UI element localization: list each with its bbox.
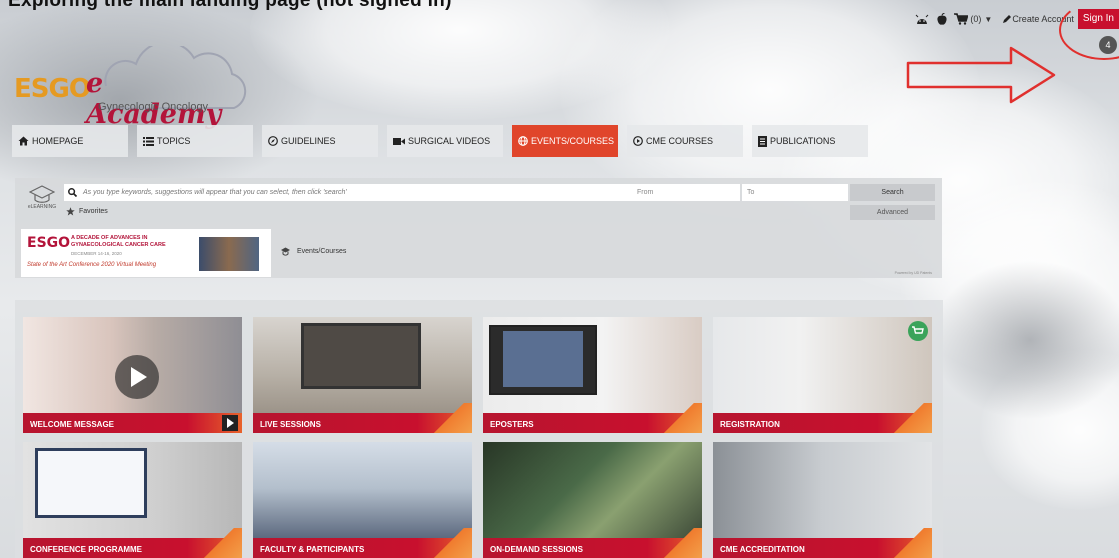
nav-cme-courses[interactable]: CME COURSES <box>627 125 743 157</box>
tile-label: CONFERENCE PROGRAMME <box>30 545 143 554</box>
tile-conference-programme[interactable]: CONFERENCE PROGRAMME <box>23 442 242 558</box>
tile-corner <box>892 528 932 558</box>
graduation-cap-icon <box>29 185 55 203</box>
event-tiles-panel: WELCOME MESSAGE LIVE SESSIONS EPOSTERS R… <box>15 300 943 558</box>
tile-corner <box>432 403 472 433</box>
tile-image <box>35 448 147 518</box>
favorites-link[interactable]: Favorites <box>66 207 108 216</box>
nav-topics[interactable]: TOPICS <box>137 125 253 157</box>
banner-esgo: ESGO <box>27 235 71 251</box>
tile-faculty-participants[interactable]: FACULTY & PARTICIPANTS <box>253 442 472 558</box>
main-nav: HOMEPAGE TOPICS GUIDELINES SURGICAL VIDE… <box>12 125 868 157</box>
logo-subtitle: Gynecologic Oncology <box>98 101 209 113</box>
nav-label: CME COURSES <box>646 136 714 146</box>
compass-icon <box>268 136 278 146</box>
search-placeholder: As you type keywords, suggestions will a… <box>83 189 347 196</box>
tile-corner <box>432 528 472 558</box>
tile-label: CME ACCREDITATION <box>720 545 805 554</box>
search-icon <box>68 188 77 197</box>
nav-label: PUBLICATIONS <box>770 136 836 146</box>
nav-label: SURGICAL VIDEOS <box>408 136 491 146</box>
tile-label: FACULTY & PARTICIPANTS <box>260 545 365 554</box>
tile-welcome-message[interactable]: WELCOME MESSAGE <box>23 317 242 433</box>
breadcrumb-label: Events/Courses <box>297 248 347 255</box>
tile-label: REGISTRATION <box>720 420 780 429</box>
banner-dates: DECEMBER 14-16, 2020 <box>71 251 122 256</box>
banner-title: A DECADE OF ADVANCES IN GYNAECOLOGICAL C… <box>71 235 166 248</box>
home-icon <box>18 136 29 146</box>
cart-count: (0) <box>970 14 982 24</box>
video-play-icon <box>222 415 238 431</box>
tile-image <box>301 323 421 389</box>
cart-icon <box>908 321 928 341</box>
star-icon <box>66 207 75 216</box>
nav-events-courses[interactable]: EVENTS/COURSES <box>512 125 618 157</box>
search-panel: eLEARNING As you type keywords, suggesti… <box>15 178 942 278</box>
nav-guidelines[interactable]: GUIDELINES <box>262 125 378 157</box>
cart-icon <box>954 13 969 25</box>
nav-surgical-videos[interactable]: SURGICAL VIDEOS <box>387 125 503 157</box>
tile-corner <box>662 403 702 433</box>
cart-button[interactable]: (0) ▼ <box>954 13 996 25</box>
chevron-down-icon[interactable]: ▼ <box>984 15 992 24</box>
play-circle-icon <box>633 136 643 146</box>
banner-photo <box>199 237 259 271</box>
tile-image <box>503 331 583 387</box>
globe-icon <box>518 136 528 146</box>
tile-corner <box>662 528 702 558</box>
tile-label: LIVE SESSIONS <box>260 420 321 429</box>
step-badge: 4 <box>1099 36 1117 54</box>
elearning-logo: eLEARNING <box>20 184 64 220</box>
powered-by: Powered by UD Patents <box>894 271 932 275</box>
play-icon <box>115 355 159 399</box>
tile-label: ON-DEMAND SESSIONS <box>490 545 583 554</box>
date-from-input[interactable]: From <box>632 184 740 201</box>
video-caption: Exploring the main landing page (not sig… <box>8 0 452 11</box>
date-to-input[interactable]: To <box>742 184 848 201</box>
nav-homepage[interactable]: HOMEPAGE <box>12 125 128 157</box>
tile-label: EPOSTERS <box>490 420 534 429</box>
android-icon[interactable] <box>914 12 930 26</box>
logo-eacademy: e Academy <box>86 68 222 130</box>
event-banner[interactable]: ESGO A DECADE OF ADVANCES IN GYNAECOLOGI… <box>21 229 271 277</box>
advanced-search-button[interactable]: Advanced <box>850 205 935 220</box>
tile-eposters[interactable]: EPOSTERS <box>483 317 702 433</box>
video-icon <box>393 137 405 145</box>
list-icon <box>143 136 154 146</box>
search-input[interactable]: As you type keywords, suggestions will a… <box>64 184 632 201</box>
nav-label: HOMEPAGE <box>32 136 84 146</box>
tile-corner <box>892 403 932 433</box>
esgo-eacademy-logo[interactable]: ESGO e Academy Gynecologic Oncology <box>14 46 247 130</box>
nav-label: GUIDELINES <box>281 136 336 146</box>
tile-label: WELCOME MESSAGE <box>30 420 115 429</box>
search-button[interactable]: Search <box>850 184 935 201</box>
nav-publications[interactable]: PUBLICATIONS <box>752 125 868 157</box>
tile-live-sessions[interactable]: LIVE SESSIONS <box>253 317 472 433</box>
tile-cme-accreditation[interactable]: CME ACCREDITATION <box>713 442 932 558</box>
tile-on-demand-sessions[interactable]: ON-DEMAND SESSIONS <box>483 442 702 558</box>
tile-corner <box>202 528 242 558</box>
elearning-label: eLEARNING <box>27 204 57 210</box>
document-icon <box>758 135 767 147</box>
pencil-icon <box>1003 15 1012 23</box>
nav-label: EVENTS/COURSES <box>531 136 615 146</box>
annotation-arrow <box>906 46 1056 104</box>
tile-registration[interactable]: REGISTRATION <box>713 317 932 433</box>
apple-icon[interactable] <box>934 12 950 26</box>
favorites-label: Favorites <box>79 208 108 215</box>
banner-tagline: State of the Art Conference 2020 Virtual… <box>27 262 157 268</box>
breadcrumb[interactable]: Events/Courses <box>280 247 346 256</box>
logo-esgo: ESGO <box>14 74 91 104</box>
nav-label: TOPICS <box>157 136 191 146</box>
events-icon <box>281 247 290 256</box>
